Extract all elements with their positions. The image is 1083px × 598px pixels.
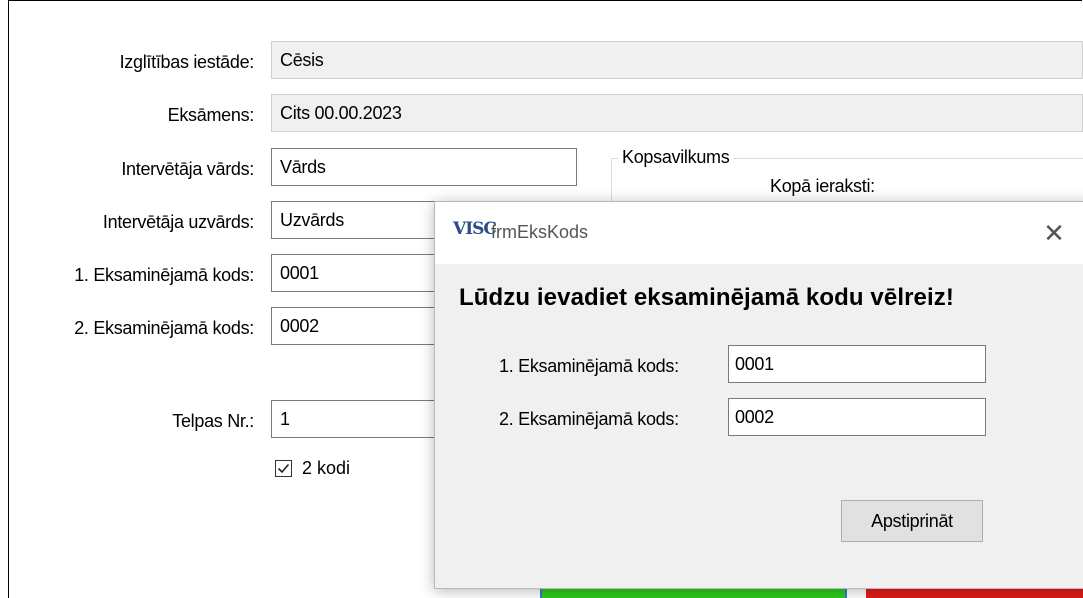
institution-label: Izglītības iestāde:	[119, 52, 255, 72]
visc-logo-icon: VISC	[453, 219, 497, 239]
interviewer-first-name-input[interactable]: Vārds	[271, 148, 577, 186]
summary-title: Kopsavilkums	[618, 147, 734, 168]
close-button[interactable]: ✕	[1033, 212, 1075, 254]
dialog-code1-label: 1. Eksaminējamā kods:	[499, 356, 679, 376]
confirm-button[interactable]: Apstiprināt	[841, 500, 983, 542]
checkmark-icon	[277, 463, 290, 474]
dialog-code2-label: 2. Eksaminējamā kods:	[499, 409, 679, 429]
interviewer-first-name-label: Intervētāja vārds:	[121, 159, 254, 179]
code-confirm-dialog: VISC frmEksKods ✕ Lūdzu ievadiet eksamin…	[434, 201, 1083, 589]
dialog-title: frmEksKods	[491, 222, 589, 242]
code2-label: 2. Eksaminējamā kods:	[74, 318, 254, 338]
dialog-code2-input[interactable]: 0002	[728, 398, 986, 436]
dialog-code1-input[interactable]: 0001	[728, 345, 986, 383]
two-codes-label[interactable]: 2 kodi	[302, 458, 350, 479]
close-icon: ✕	[1043, 218, 1065, 248]
two-codes-checkbox[interactable]	[275, 460, 292, 477]
exam-label: Eksāmens:	[167, 105, 255, 125]
code1-label: 1. Eksaminējamā kods:	[74, 265, 254, 285]
room-label: Telpas Nr.:	[172, 411, 254, 431]
dialog-heading: Lūdzu ievadiet eksaminējamā kodu vēlreiz…	[459, 284, 954, 311]
exam-field[interactable]: Cits 00.00.2023	[271, 94, 1083, 132]
dialog-titlebar: VISC frmEksKods ✕	[435, 202, 1083, 264]
total-records-label: Kopā ieraksti:	[770, 176, 875, 196]
institution-field[interactable]: Cēsis	[271, 41, 1083, 79]
interviewer-last-name-label: Intervētāja uzvārds:	[102, 212, 254, 232]
